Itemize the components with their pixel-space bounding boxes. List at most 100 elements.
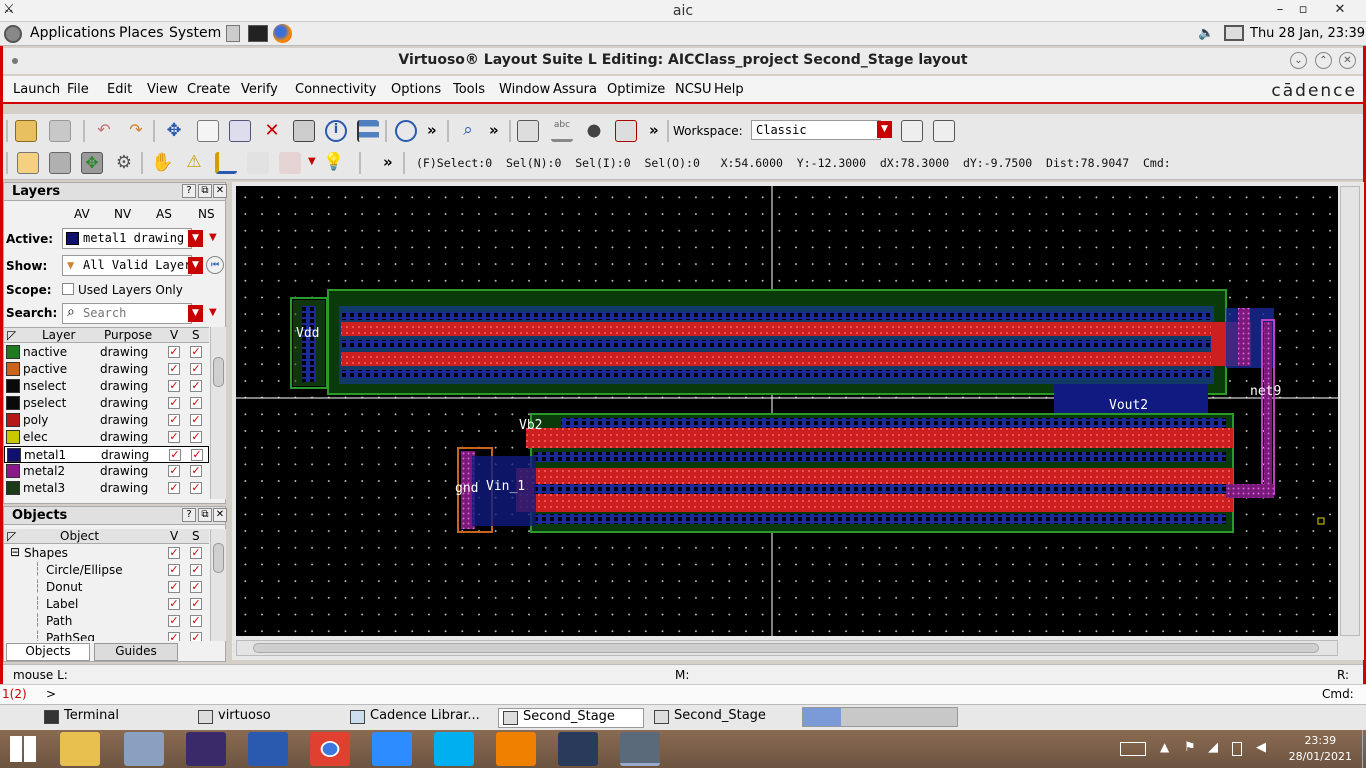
chrome-icon[interactable] — [310, 732, 350, 766]
chevron-down-icon[interactable]: ▼ — [188, 257, 203, 274]
visible-checkbox[interactable]: ✓ — [168, 547, 180, 559]
terminal-icon[interactable] — [248, 25, 268, 42]
files-icon[interactable] — [124, 732, 164, 766]
selectable-checkbox[interactable]: ✓ — [190, 363, 202, 375]
selectable-checkbox[interactable]: ✓ — [190, 346, 202, 358]
workspace-select[interactable]: Classic — [751, 120, 881, 140]
save-icon[interactable] — [49, 120, 71, 142]
visible-checkbox[interactable]: ✓ — [168, 598, 180, 610]
xlaunch-icon[interactable] — [620, 732, 660, 766]
float-icon[interactable]: ⧉ — [198, 184, 212, 198]
header-purpose[interactable]: Purpose — [104, 328, 152, 342]
marker-icon[interactable] — [215, 152, 237, 174]
used-layers-checkbox[interactable] — [62, 283, 74, 295]
menu-view[interactable]: View — [147, 82, 178, 97]
menu-edit[interactable]: Edit — [107, 82, 132, 97]
selectable-checkbox[interactable]: ✓ — [190, 431, 202, 443]
object-row[interactable]: ┆ Label ✓ ✓ — [4, 596, 209, 613]
network-icon[interactable] — [1224, 25, 1244, 41]
search-menu-icon[interactable]: ▼ — [209, 307, 217, 318]
visible-checkbox[interactable]: ✓ — [168, 380, 180, 392]
grab-icon[interactable]: ✥ — [81, 152, 103, 174]
zoom-icon[interactable]: ⌕ — [457, 120, 479, 142]
hierarchy-icon[interactable] — [517, 120, 539, 142]
selectable-checkbox[interactable]: ✓ — [190, 465, 202, 477]
volume-icon[interactable]: 🔈 — [1198, 26, 1214, 41]
visible-checkbox[interactable]: ✓ — [168, 363, 180, 375]
selectable-checkbox[interactable]: ✓ — [190, 581, 202, 593]
header-object[interactable]: Object — [60, 529, 99, 543]
header-s[interactable]: S — [192, 328, 200, 342]
label-gnd[interactable]: gnd — [455, 481, 478, 496]
object-row[interactable]: ┆ Path ✓ ✓ — [4, 613, 209, 630]
menu-optimize[interactable]: Optimize — [607, 82, 665, 97]
label-net9[interactable]: net9 — [1250, 384, 1281, 399]
route-dropdown-icon[interactable]: ▼ — [308, 156, 316, 167]
label-vb2[interactable]: Vb2 — [519, 418, 542, 433]
workspace-save-icon[interactable] — [901, 120, 923, 142]
windows-start-icon[interactable] — [10, 736, 36, 762]
help-icon[interactable]: ? — [182, 184, 196, 198]
wifi-icon[interactable]: ◢ — [1208, 740, 1218, 755]
chevron-down-icon[interactable]: ▼ — [877, 121, 892, 138]
menu-applications[interactable]: Applications — [30, 25, 116, 41]
probe-icon[interactable] — [583, 120, 605, 142]
flag-icon[interactable]: ⚑ — [1184, 740, 1196, 755]
layer-row-metal2[interactable]: metal2 drawing ✓ ✓ — [4, 463, 209, 480]
redo-icon[interactable]: ↷ — [125, 120, 147, 142]
copy-icon[interactable] — [197, 120, 219, 142]
tree-toggle-icon[interactable]: ⊟ — [10, 545, 20, 559]
search-input[interactable] — [83, 306, 187, 320]
open-icon[interactable] — [15, 120, 37, 142]
object-row[interactable]: ┆ PathSeg ✓ ✓ — [4, 630, 209, 641]
layout-canvas[interactable]: Vdd Vout2 net9 Vb2 gnd Vin_1 — [236, 186, 1338, 636]
firefox-icon[interactable] — [273, 24, 292, 43]
stretch-icon[interactable] — [229, 120, 251, 142]
zoom-app-icon[interactable] — [372, 732, 412, 766]
info-icon[interactable]: i — [325, 120, 347, 142]
header-s[interactable]: S — [192, 529, 200, 543]
layer-row-metal1[interactable]: metal1 drawing ✓ ✓ — [4, 446, 209, 463]
active-menu-icon[interactable]: ▼ — [209, 232, 217, 243]
visible-checkbox[interactable]: ✓ — [168, 632, 180, 641]
selectable-checkbox[interactable]: ✓ — [190, 564, 202, 576]
show-select[interactable]: ▼ All Valid Layer — [62, 255, 192, 276]
selectable-checkbox[interactable]: ✓ — [190, 615, 202, 627]
stop-icon[interactable]: ✋ — [151, 152, 173, 174]
visible-checkbox[interactable]: ✓ — [168, 482, 180, 494]
command-input[interactable] — [60, 686, 1300, 702]
ruler-icon[interactable]: abc — [551, 120, 573, 142]
layer-row-metal3[interactable]: metal3 drawing ✓ ✓ — [4, 480, 209, 497]
tray-up-icon[interactable]: ▲ — [1160, 740, 1169, 754]
task-terminal[interactable]: Terminal — [40, 708, 119, 728]
minimize-icon[interactable]: ⌄ — [1290, 52, 1307, 69]
workspace-settings-icon[interactable] — [933, 120, 955, 142]
col-as[interactable]: AS — [156, 207, 172, 221]
file-explorer-icon[interactable] — [60, 732, 100, 766]
visible-checkbox[interactable]: ✓ — [168, 397, 180, 409]
visible-checkbox[interactable]: ✓ — [169, 449, 181, 461]
task-second-stage-active[interactable]: Second_Stage — [498, 708, 644, 728]
layers-scrollbar[interactable] — [210, 327, 226, 499]
selectable-checkbox[interactable]: ✓ — [190, 598, 202, 610]
ruler-edit-icon[interactable] — [247, 152, 269, 174]
selectable-checkbox[interactable]: ✓ — [190, 482, 202, 494]
menu-ncsu[interactable]: NCSU — [675, 82, 712, 97]
selectable-checkbox[interactable]: ✓ — [191, 449, 203, 461]
selectable-checkbox[interactable]: ✓ — [190, 380, 202, 392]
select-icon[interactable] — [17, 152, 39, 174]
label-vout2[interactable]: Vout2 — [1109, 398, 1148, 413]
col-nv[interactable]: NV — [114, 207, 131, 221]
delete-icon[interactable]: ✕ — [261, 120, 283, 142]
selectable-checkbox[interactable]: ✓ — [190, 414, 202, 426]
canvas-vscrollbar[interactable] — [1340, 186, 1360, 636]
selectable-checkbox[interactable]: ✓ — [190, 632, 202, 641]
layer-row-pselect[interactable]: pselect drawing ✓ ✓ — [4, 395, 209, 412]
align-icon[interactable] — [357, 120, 379, 142]
menu-help[interactable]: Help — [714, 82, 744, 97]
close-icon[interactable]: ✕ — [1339, 52, 1356, 69]
speaker-icon[interactable]: ◀ — [1256, 740, 1266, 755]
menu-system[interactable]: System — [169, 25, 221, 41]
menu-launch[interactable]: Launch — [13, 82, 60, 97]
tab-objects[interactable]: Objects — [6, 643, 90, 661]
